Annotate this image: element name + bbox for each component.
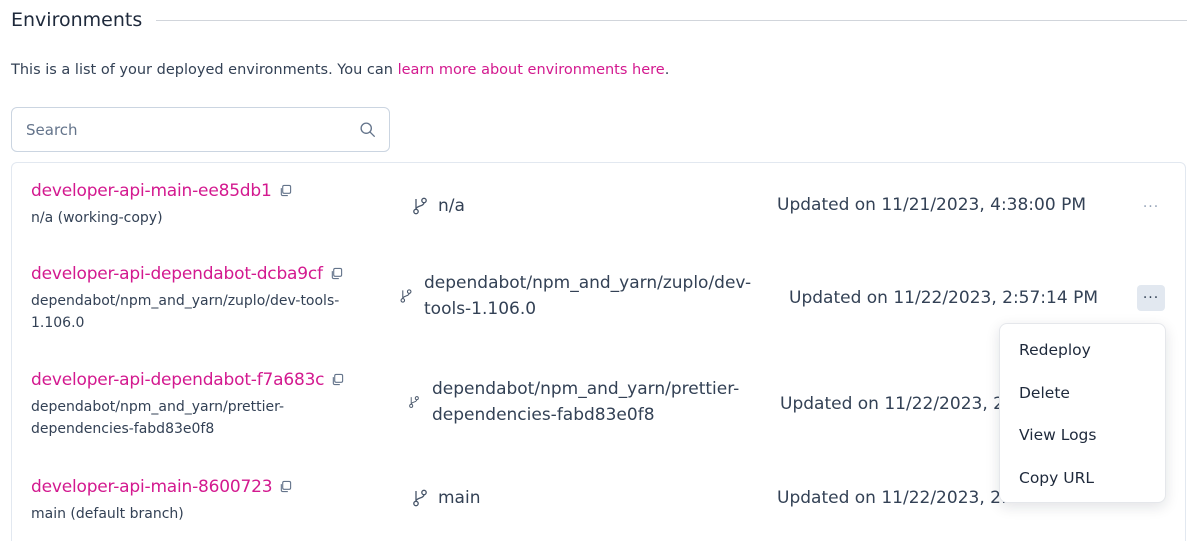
row-more-button[interactable]: ··· xyxy=(1137,194,1165,220)
environment-subtitle: dependabot/npm_and_yarn/prettier-depende… xyxy=(31,399,285,437)
git-branch-icon xyxy=(412,489,428,507)
branch-info: dependabot/npm_and_yarn/zuplo/dev-tools-… xyxy=(398,270,773,322)
environment-name-link[interactable]: developer-api-main-8600723 xyxy=(31,477,273,497)
environment-subtitle: dependabot/npm_and_yarn/zuplo/dev-tools-… xyxy=(31,293,340,331)
search-input[interactable] xyxy=(26,120,357,139)
branch-info: dependabot/npm_and_yarn/prettier-depende… xyxy=(406,376,776,428)
branch-name: n/a xyxy=(438,196,465,216)
row-more-button[interactable]: ··· xyxy=(1137,285,1165,311)
search-icon[interactable] xyxy=(357,120,377,140)
copy-icon[interactable] xyxy=(279,184,293,198)
environment-subtitle: n/a (working-copy) xyxy=(31,210,163,226)
environment-info: developer-api-dependabot-dcba9cf dependa… xyxy=(31,264,391,334)
intro-lead: This is a list of your deployed environm… xyxy=(11,62,398,78)
git-branch-icon xyxy=(412,197,428,215)
branch-info: n/a xyxy=(412,193,465,219)
intro-text: This is a list of your deployed environm… xyxy=(11,62,669,78)
environment-name-link[interactable]: developer-api-dependabot-dcba9cf xyxy=(31,264,323,284)
branch-name: dependabot/npm_and_yarn/prettier-depende… xyxy=(432,379,740,425)
environment-name-link[interactable]: developer-api-main-ee85db1 xyxy=(31,181,272,201)
menu-item-delete[interactable]: Delete xyxy=(1000,372,1165,415)
section-header: Environments xyxy=(11,6,1187,34)
search-box[interactable] xyxy=(11,107,390,152)
git-branch-icon xyxy=(400,289,413,303)
copy-icon[interactable] xyxy=(279,480,293,494)
copy-icon[interactable] xyxy=(331,373,345,387)
copy-icon[interactable] xyxy=(330,267,344,281)
environment-subtitle: main (default branch) xyxy=(31,506,184,522)
header-divider xyxy=(156,19,1187,21)
environment-info: developer-api-main-8600723 main (default… xyxy=(31,477,391,525)
menu-item-view-logs[interactable]: View Logs xyxy=(1000,414,1165,457)
row-actions-menu: Redeploy Delete View Logs Copy URL xyxy=(999,323,1166,503)
git-branch-icon xyxy=(408,396,419,409)
branch-info: main xyxy=(412,485,480,511)
branch-name: dependabot/npm_and_yarn/zuplo/dev-tools-… xyxy=(424,273,752,319)
menu-item-copy-url[interactable]: Copy URL xyxy=(1000,457,1165,500)
menu-item-redeploy[interactable]: Redeploy xyxy=(1000,329,1165,372)
environment-info: developer-api-main-ee85db1 n/a (working-… xyxy=(31,181,391,229)
updated-timestamp: Updated on 11/22/2023, 2:57:14 PM xyxy=(789,288,1098,308)
updated-timestamp: Updated on 11/21/2023, 4:38:00 PM xyxy=(777,195,1086,215)
environment-name-link[interactable]: developer-api-dependabot-f7a683c xyxy=(31,370,325,390)
intro-suffix: . xyxy=(664,62,670,78)
branch-name: main xyxy=(438,488,481,508)
page-title: Environments xyxy=(11,9,143,31)
environment-info: developer-api-dependabot-f7a683c dependa… xyxy=(31,370,391,440)
learn-more-link[interactable]: learn more about environments here xyxy=(398,62,665,78)
